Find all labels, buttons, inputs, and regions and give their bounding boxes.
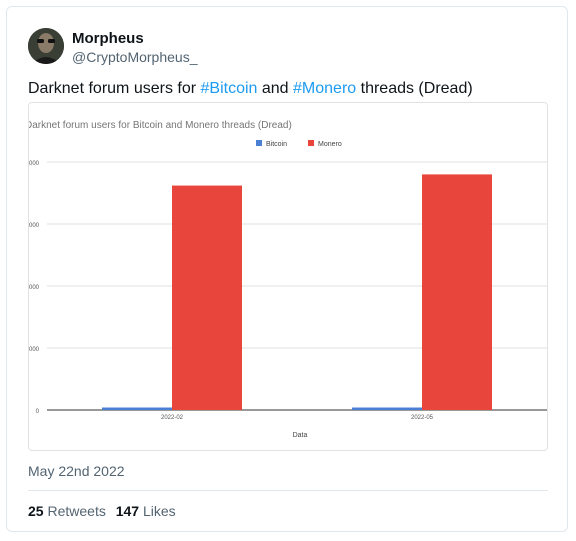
retweets-stat[interactable]: 25 Retweets bbox=[28, 503, 106, 519]
likes-label: Likes bbox=[142, 503, 176, 519]
y-tick-label: 000 bbox=[29, 223, 40, 229]
y-tick-label: 000 bbox=[29, 285, 40, 291]
divider bbox=[28, 490, 548, 491]
tweet-date[interactable]: May 22nd 2022 bbox=[28, 463, 125, 479]
bar-monero-2022-05 bbox=[422, 174, 492, 410]
legend-label-monero: Monero bbox=[318, 141, 342, 148]
likes-stat[interactable]: 147 Likes bbox=[116, 503, 176, 519]
x-tick-label: 2022-02 bbox=[161, 415, 184, 421]
engagement-stats: 25 Retweets 147 Likes bbox=[28, 503, 182, 519]
tweet-card: Morpheus @CryptoMorpheus_ Darknet forum … bbox=[6, 6, 568, 532]
chart-title: Darknet forum users for Bitcoin and Mone… bbox=[29, 120, 292, 131]
author-handle[interactable]: @CryptoMorpheus_ bbox=[72, 49, 198, 65]
hashtag-monero-link[interactable]: #Monero bbox=[293, 80, 356, 97]
hashtag-bitcoin-link[interactable]: #Bitcoin bbox=[201, 80, 258, 97]
retweets-count: 25 bbox=[28, 503, 44, 519]
bar-chart: Darknet forum users for Bitcoin and Mone… bbox=[29, 120, 547, 439]
bar-bitcoin-2022-05 bbox=[352, 407, 422, 410]
x-tick-label: 2022-05 bbox=[411, 415, 434, 421]
tweet-text-mid: and bbox=[257, 80, 294, 97]
likes-count: 147 bbox=[115, 503, 140, 519]
avatar-image bbox=[28, 28, 64, 64]
chart-image[interactable]: Darknet forum users for Bitcoin and Mone… bbox=[28, 102, 548, 451]
avatar[interactable] bbox=[28, 28, 64, 64]
bar-bitcoin-2022-02 bbox=[102, 407, 172, 410]
tweet-text-suffix: threads (Dread) bbox=[356, 80, 473, 97]
tweet-text: Darknet forum users for #Bitcoin and #Mo… bbox=[28, 80, 473, 98]
x-axis-label: Data bbox=[293, 432, 308, 439]
retweets-label: Retweets bbox=[47, 503, 106, 519]
y-tick-label: 0 bbox=[36, 409, 40, 415]
legend-swatch-monero bbox=[308, 140, 314, 146]
author-name[interactable]: Morpheus bbox=[72, 30, 144, 47]
y-tick-label: 000 bbox=[29, 347, 40, 353]
y-tick-label: 000 bbox=[29, 161, 40, 167]
bar-monero-2022-02 bbox=[172, 185, 242, 410]
tweet-text-prefix: Darknet forum users for bbox=[28, 80, 201, 97]
legend-swatch-bitcoin bbox=[256, 140, 262, 146]
legend-label-bitcoin: Bitcoin bbox=[266, 141, 287, 148]
